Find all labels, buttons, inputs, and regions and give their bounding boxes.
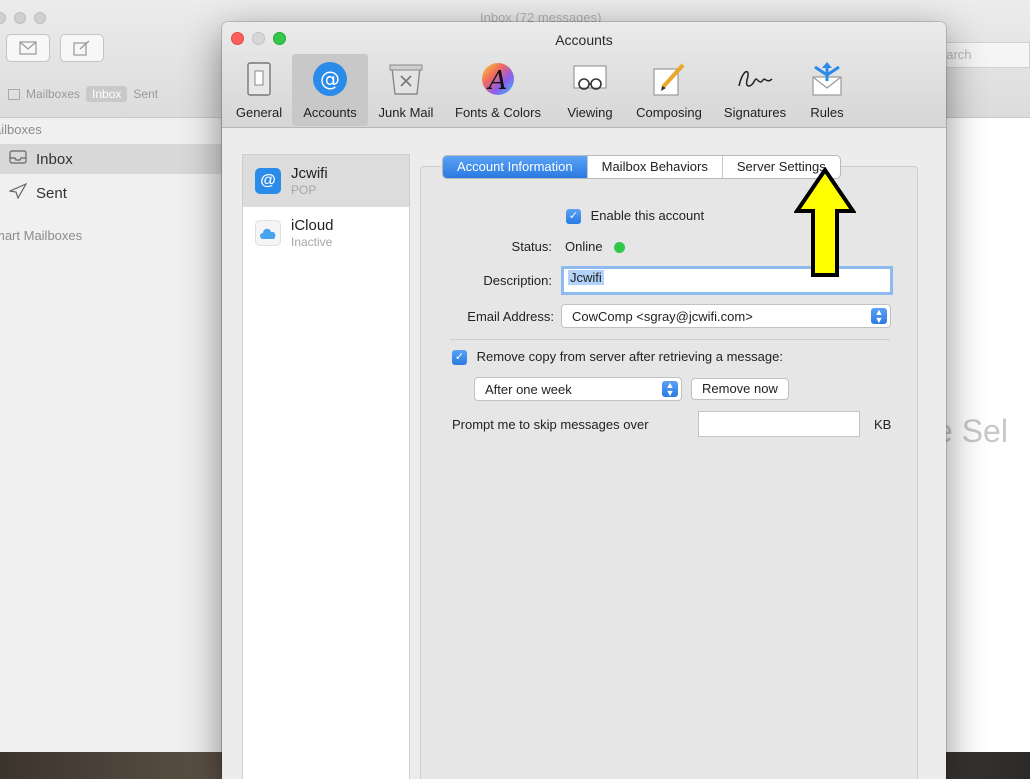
mail-zoom-icon[interactable] — [34, 12, 46, 24]
toolbar-label: Composing — [636, 105, 702, 120]
sidebar-item-inbox[interactable]: Inbox — [0, 144, 222, 174]
yellow-arrow-annotation-icon — [794, 167, 856, 277]
status-value-row: Online — [565, 239, 626, 254]
general-icon — [239, 59, 279, 99]
sidebar-item-sent[interactable]: Sent — [0, 178, 222, 208]
at-icon: @ — [255, 168, 281, 194]
envelope-icon — [19, 41, 37, 55]
toolbar-label: General — [235, 105, 283, 120]
toolbar-fonts-colors[interactable]: A Fonts & Colors — [446, 54, 550, 126]
favorite-inbox[interactable]: Inbox — [86, 86, 128, 102]
email-address-value: CowComp <sgray@jcwifi.com> — [572, 308, 753, 324]
mail-close-icon[interactable] — [0, 12, 6, 24]
favorites-bar: Mailboxes Inbox Sent — [0, 82, 230, 106]
tab-account-information[interactable]: Account Information — [443, 156, 588, 178]
remove-copy-row: ✓ Remove copy from server after retrievi… — [452, 349, 783, 366]
email-address-popup[interactable]: CowComp <sgray@jcwifi.com> ▲ ▼ — [561, 304, 891, 328]
toolbar-junk-mail[interactable]: Junk Mail — [368, 54, 444, 126]
account-name: Jcwifi — [291, 165, 328, 182]
remove-after-popup[interactable]: After one week ▲ ▼ — [474, 377, 682, 401]
compose-icon — [73, 40, 90, 56]
settings-tabs: Account Information Mailbox Behaviors Se… — [442, 155, 841, 179]
account-type: POP — [291, 183, 317, 197]
compose-button[interactable] — [60, 34, 104, 62]
divider — [450, 339, 890, 340]
enable-account-label: Enable this account — [590, 208, 705, 223]
chevron-updown-icon: ▲ ▼ — [662, 381, 678, 398]
preferences-toolbar: Accounts General @ Accounts Junk Mail A — [222, 22, 946, 128]
toolbar-rules[interactable]: Rules — [800, 54, 854, 126]
svg-text:@: @ — [320, 67, 340, 91]
mail-traffic-lights — [0, 12, 46, 24]
accounts-list: @ Jcwifi POP iCloud Inactive — [242, 154, 410, 779]
enable-account-row: ✓ Enable this account — [566, 208, 705, 225]
toolbar-label: Viewing — [567, 105, 613, 120]
accounts-icon: @ — [310, 59, 350, 99]
fonts-colors-icon: A — [478, 59, 518, 99]
junk-mail-icon — [386, 59, 426, 99]
signatures-icon — [735, 59, 775, 99]
account-row-icloud[interactable]: iCloud Inactive — [243, 207, 409, 259]
tab-mailbox-behaviors[interactable]: Mailbox Behaviors — [588, 156, 723, 178]
mailboxes-icon — [8, 88, 20, 100]
inbox-icon — [8, 150, 28, 168]
favorite-mailboxes[interactable]: Mailboxes — [26, 87, 80, 101]
remove-copy-label: Remove copy from server after retrieving… — [476, 349, 783, 364]
sidebar-section-mailboxes: ailboxes — [0, 122, 42, 137]
prompt-skip-unit: KB — [874, 417, 892, 432]
description-value: Jcwifi — [568, 270, 604, 285]
rules-icon — [807, 59, 847, 99]
accounts-preferences-window: Accounts General @ Accounts Junk Mail A — [222, 22, 946, 779]
status-online-icon — [614, 242, 626, 254]
mail-minimize-icon[interactable] — [14, 12, 26, 24]
account-row-jcwifi[interactable]: @ Jcwifi POP — [243, 155, 409, 207]
prompt-skip-label: Prompt me to skip messages over — [452, 417, 649, 432]
toolbar-general[interactable]: General — [226, 54, 292, 126]
favorite-sent[interactable]: Sent — [133, 87, 158, 101]
composing-icon — [649, 59, 689, 99]
account-name: iCloud — [291, 217, 334, 234]
remove-copy-checkbox[interactable]: ✓ — [452, 350, 467, 366]
sidebar-section-smart-mailboxes[interactable]: mart Mailboxes — [0, 228, 82, 243]
enable-account-checkbox[interactable]: ✓ — [566, 209, 581, 225]
account-type: Inactive — [291, 235, 333, 249]
status-label: Status: — [511, 239, 552, 254]
toolbar-label: Signatures — [723, 105, 787, 120]
description-label: Description: — [483, 273, 552, 288]
sidebar-item-label: Inbox — [36, 150, 73, 168]
window-title: Accounts — [555, 32, 613, 48]
toolbar-accounts[interactable]: @ Accounts — [292, 54, 368, 126]
toolbar-label: Junk Mail — [378, 105, 434, 120]
toolbar-label: Rules — [810, 105, 844, 120]
toolbar-label: Fonts & Colors — [455, 105, 541, 120]
toolbar-viewing[interactable]: Viewing — [556, 54, 624, 126]
toolbar-composing[interactable]: Composing — [626, 54, 712, 126]
viewing-icon — [570, 59, 610, 99]
remove-after-value: After one week — [485, 381, 572, 397]
icloud-icon — [255, 220, 281, 246]
chevron-updown-icon: ▲ ▼ — [871, 308, 887, 325]
sidebar-item-label: Sent — [36, 184, 67, 202]
toolbar-label: Accounts — [303, 105, 357, 120]
get-mail-button[interactable] — [6, 34, 50, 62]
sent-icon — [7, 182, 28, 203]
remove-now-button[interactable]: Remove now — [691, 378, 789, 400]
mail-sidebar: ailboxes Inbox Sent mart Mailboxes — [0, 118, 222, 754]
toolbar-signatures[interactable]: Signatures — [714, 54, 796, 126]
status-value: Online — [565, 239, 603, 254]
prompt-skip-size-field[interactable] — [698, 411, 860, 437]
email-address-label: Email Address: — [467, 309, 554, 324]
svg-text:A: A — [487, 66, 508, 96]
